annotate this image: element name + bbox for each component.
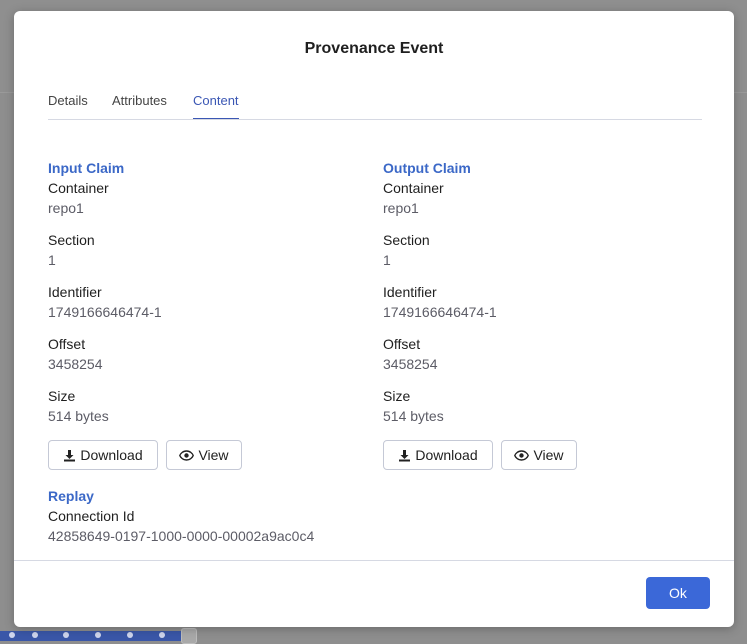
download-icon	[63, 449, 76, 462]
input-size-label: Size	[48, 388, 76, 404]
background-node	[181, 628, 197, 644]
input-claim-title: Input Claim	[48, 160, 125, 176]
download-icon	[398, 449, 411, 462]
input-offset-label: Offset	[48, 336, 86, 352]
input-container-value: repo1	[48, 200, 84, 216]
output-identifier-label: Identifier	[383, 284, 437, 300]
tab-details[interactable]: Details	[48, 93, 88, 120]
provenance-event-dialog: Provenance Event Details Attributes Cont…	[14, 11, 734, 627]
eye-icon	[514, 449, 530, 461]
connection-id-label: Connection Id	[48, 508, 135, 524]
input-container-label: Container	[48, 180, 109, 196]
input-identifier-label: Identifier	[48, 284, 102, 300]
output-offset-value: 3458254	[383, 356, 438, 372]
output-size-label: Size	[383, 388, 411, 404]
input-view-button[interactable]: View	[166, 440, 242, 470]
dialog-title: Provenance Event	[304, 40, 444, 57]
background-port-dot	[159, 632, 165, 638]
input-section-value: 1	[48, 252, 56, 268]
connection-id-value: 42858649-0197-1000-0000-00002a9ac0c4	[48, 528, 315, 544]
tab-content[interactable]: Content	[193, 93, 239, 120]
background-port-dot	[63, 632, 69, 638]
output-offset-label: Offset	[383, 336, 421, 352]
background-port-dot	[32, 632, 38, 638]
output-download-button[interactable]: Download	[383, 440, 493, 470]
output-container-label: Container	[383, 180, 444, 196]
background-port-dot	[127, 632, 133, 638]
output-view-button[interactable]: View	[501, 440, 577, 470]
background-port-dot	[9, 632, 15, 638]
replay-title: Replay	[48, 488, 94, 504]
input-size-value: 514 bytes	[48, 408, 109, 424]
footer-divider	[14, 560, 734, 561]
output-section-label: Section	[383, 232, 430, 248]
output-size-value: 514 bytes	[383, 408, 444, 424]
tab-attributes[interactable]: Attributes	[112, 93, 167, 120]
view-label: View	[198, 447, 229, 463]
content-panel[interactable]: Input Claim Container repo1 Section 1 Id…	[14, 120, 734, 560]
output-section-value: 1	[383, 252, 391, 268]
eye-icon	[179, 449, 195, 461]
background-canvas-strip	[0, 631, 182, 641]
download-label: Download	[80, 447, 143, 463]
output-container-value: repo1	[383, 200, 419, 216]
input-section-label: Section	[48, 232, 95, 248]
output-claim-title: Output Claim	[383, 160, 471, 176]
ok-button[interactable]: Ok	[646, 577, 710, 609]
output-identifier-value: 1749166646474-1	[383, 304, 497, 320]
input-download-button[interactable]: Download	[48, 440, 158, 470]
download-label: Download	[415, 447, 478, 463]
input-identifier-value: 1749166646474-1	[48, 304, 162, 320]
input-offset-value: 3458254	[48, 356, 103, 372]
background-port-dot	[95, 632, 101, 638]
view-label: View	[533, 447, 564, 463]
